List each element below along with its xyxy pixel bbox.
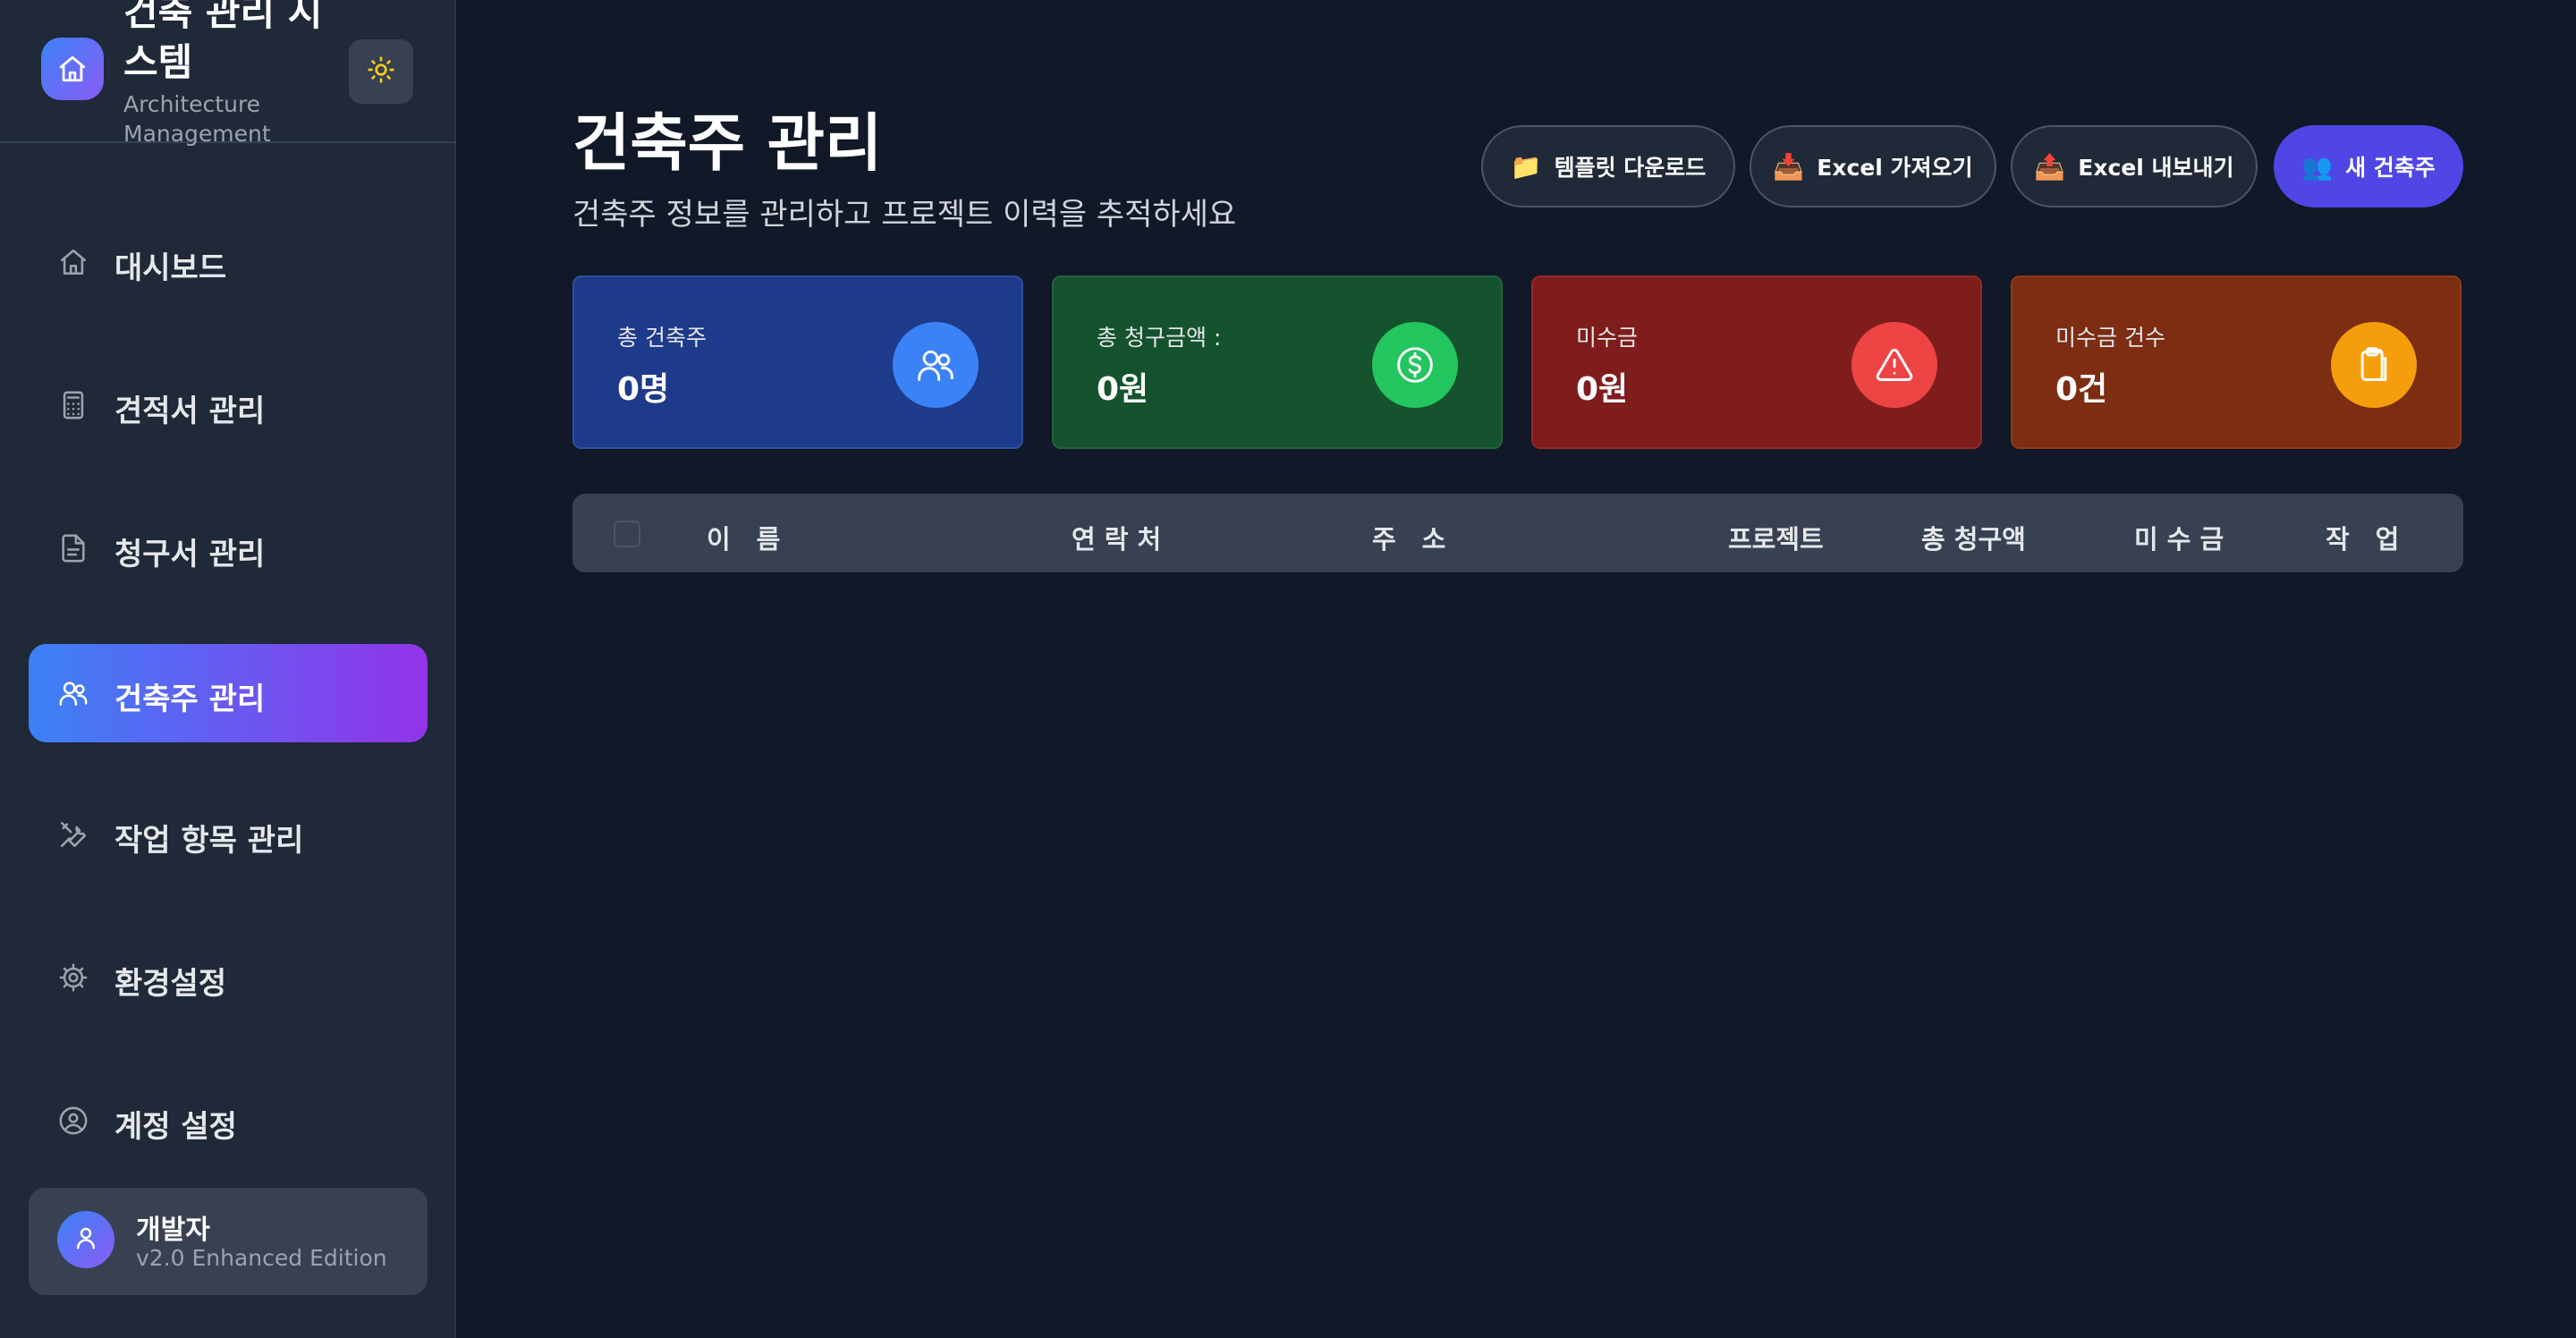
brand-header: 건축 관리 시스템 Architecture Management [0,0,456,147]
home-icon[interactable] [41,38,104,100]
home-icon [57,246,89,278]
sidebar-item-label: 견적서 관리 [114,394,266,429]
warning-icon [1852,322,1937,408]
sidebar-item-work-items[interactable]: 작업 항목 관리 [29,785,428,884]
sidebar-item-label: 작업 항목 관리 [114,823,304,859]
page-subtitle: 건축주 정보를 관리하고 프로젝트 이력을 추적하세요 [572,197,1237,233]
user-name: 개발자 [136,1215,210,1246]
user-profile-card[interactable]: 개발자 v2.0 Enhanced Edition [29,1188,428,1295]
inbox-tray-icon: 📥 [1773,151,1805,182]
column-header-name[interactable]: 이 름 [707,519,780,556]
page-title: 건축주 관리 [572,106,883,180]
user-circle-icon [57,1105,89,1137]
tools-icon [57,818,89,851]
sidebar-item-label: 건축주 관리 [114,682,266,717]
outbox-tray-icon: 📤 [2034,151,2066,182]
sidebar-item-estimates[interactable]: 견적서 관리 [29,356,428,454]
button-label: Excel 가져오기 [1817,155,1973,181]
template-download-button[interactable]: 📁 템플릿 다운로드 [1481,125,1735,207]
excel-export-button[interactable]: 📤 Excel 내보내기 [2011,125,2258,207]
app-root: 건축 관리 시스템 Architecture Management 대시보드 견… [0,0,2576,1338]
button-label: 새 건축주 [2345,155,2436,181]
column-header-contact[interactable]: 연 락 처 [1072,519,1161,556]
column-header-address[interactable]: 주 소 [1372,519,1445,556]
sun-icon [367,55,395,88]
avatar [57,1211,114,1268]
button-label: 템플릿 다운로드 [1554,155,1707,181]
stat-value: 0원 [1097,371,1149,408]
sidebar-item-label: 환경설정 [114,966,227,1002]
sidebar-item-invoices[interactable]: 청구서 관리 [29,499,428,597]
users-icon [57,677,89,709]
stat-card-total-clients: 총 건축주 0명 [572,275,1023,449]
users-icon [893,322,979,408]
sidebar-item-label: 계정 설정 [114,1109,237,1145]
app-subtitle: Architecture Management [123,91,271,147]
users-icon: 👥 [2301,151,2334,182]
stat-value: 0명 [617,371,670,408]
stat-card-total-billed: 총 청구금액 : 0원 [1052,275,1503,449]
gear-icon [57,961,89,994]
stat-card-outstanding-count: 미수금 건수 0건 [2011,275,2462,449]
dollar-icon [1372,322,1458,408]
theme-toggle-button[interactable] [349,39,413,104]
sidebar-item-clients[interactable]: 건축주 관리 [29,644,428,742]
sidebar: 건축 관리 시스템 Architecture Management 대시보드 견… [0,0,456,1338]
sidebar-item-label: 대시보드 [114,250,227,286]
stat-label: 미수금 [1576,325,1639,351]
stat-label: 미수금 건수 [2055,325,2165,351]
column-header-project[interactable]: 프로젝트 [1728,519,1824,556]
new-client-button[interactable]: 👥 새 건축주 [2274,125,2463,207]
column-header-total-billed[interactable]: 총 청구액 [1921,519,2026,556]
stat-value: 0원 [1576,371,1629,408]
folder-icon: 📁 [1510,151,1542,182]
calculator-icon [57,389,89,421]
stat-label: 총 건축주 [617,325,707,351]
column-header-actions: 작 업 [2326,524,2400,555]
user-icon [72,1224,99,1255]
clients-table-header: 이 름 연 락 처 주 소 프로젝트 총 청구액 미 수 금 작 업 [572,494,2463,572]
select-all-checkbox[interactable] [614,521,640,547]
app-version: v2.0 Enhanced Edition [136,1245,387,1271]
sidebar-item-dashboard[interactable]: 대시보드 [29,213,428,311]
stat-label: 총 청구금액 : [1097,325,1222,351]
stat-card-outstanding: 미수금 0원 [1531,275,1982,449]
sidebar-item-label: 청구서 관리 [114,537,266,572]
column-header-outstanding[interactable]: 미 수 금 [2134,519,2224,556]
excel-import-button[interactable]: 📥 Excel 가져오기 [1750,125,1996,207]
button-label: Excel 내보내기 [2078,155,2234,181]
stat-value: 0건 [2055,371,2108,408]
sidebar-item-settings[interactable]: 환경설정 [29,928,428,1027]
app-title: 건축 관리 시스템 [123,0,323,84]
sidebar-item-account[interactable]: 계정 설정 [29,1071,428,1170]
document-icon [57,532,89,564]
clipboard-icon [2331,322,2417,408]
